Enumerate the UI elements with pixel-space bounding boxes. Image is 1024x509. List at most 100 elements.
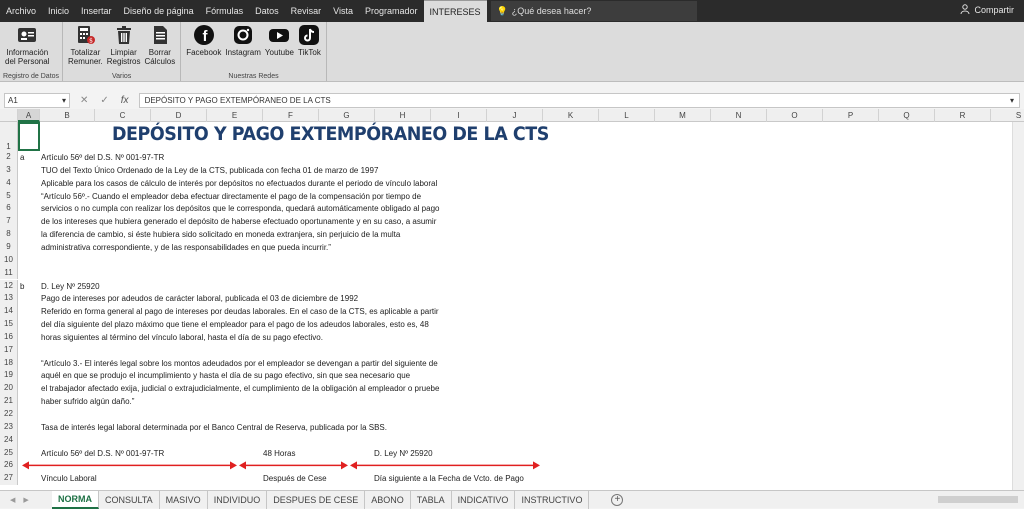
chevron-down-icon: ▾ — [1009, 95, 1014, 105]
column-header-k[interactable]: K — [543, 109, 599, 122]
column-header-b[interactable]: B — [40, 109, 95, 122]
cell-h27: Día siguiente a la Fecha de Vcto. de Pag… — [374, 474, 524, 484]
totalizar-button[interactable]: $ Totalizar Remuner. — [66, 24, 105, 66]
sheet-nav[interactable]: ◀ ▶ — [0, 496, 52, 504]
row-header-8[interactable]: 8 — [0, 228, 18, 241]
column-header-p[interactable]: P — [823, 109, 879, 122]
row-header-10[interactable]: 10 — [0, 253, 18, 267]
column-header-o[interactable]: O — [767, 109, 823, 122]
tab-programador[interactable]: Programador — [359, 0, 424, 22]
row-header-22[interactable]: 22 — [0, 408, 18, 421]
share-button[interactable]: Compartir — [960, 4, 1014, 16]
row-header-27[interactable]: 27 — [0, 472, 18, 486]
row-header-17[interactable]: 17 — [0, 343, 18, 357]
row-header-3[interactable]: 3 — [0, 163, 18, 177]
vertical-scrollbar[interactable] — [1012, 122, 1024, 490]
row-header-21[interactable]: 21 — [0, 395, 18, 408]
row-header-23[interactable]: 23 — [0, 420, 18, 434]
tab-inicio[interactable]: Inicio — [42, 0, 75, 22]
selected-cell-a1[interactable] — [18, 122, 40, 151]
tab-archivo[interactable]: Archivo — [0, 0, 42, 22]
row-header-19[interactable]: 19 — [0, 369, 18, 383]
row-header-20[interactable]: 20 — [0, 382, 18, 396]
row-header-24[interactable]: 24 — [0, 433, 18, 447]
row-header-11[interactable]: 11 — [0, 266, 18, 280]
function-icon[interactable]: fx — [121, 95, 129, 106]
prev-sheet-icon[interactable]: ◀ — [10, 496, 15, 504]
select-all-corner[interactable] — [0, 109, 18, 122]
tab-f-rmulas[interactable]: Fórmulas — [200, 0, 250, 22]
row-header-6[interactable]: 6 — [0, 202, 18, 216]
row-header-18[interactable]: 18 — [0, 356, 18, 370]
row-header-13[interactable]: 13 — [0, 292, 18, 306]
column-header-n[interactable]: N — [711, 109, 767, 122]
row-header-5[interactable]: 5 — [0, 189, 18, 203]
row-header-2[interactable]: 2 — [0, 151, 18, 164]
column-header-f[interactable]: F — [263, 109, 319, 122]
row-header-4[interactable]: 4 — [0, 176, 18, 190]
cancel-icon[interactable]: ✕ — [80, 95, 88, 106]
tiktok-icon — [298, 24, 320, 46]
youtube-button[interactable]: Youtube — [263, 24, 296, 57]
tab-dise-o-de-p-gina[interactable]: Diseño de página — [118, 0, 200, 22]
tab-vista[interactable]: Vista — [327, 0, 359, 22]
sheet-tab-individuo[interactable]: INDIVIDUO — [208, 490, 268, 509]
tell-me-box[interactable]: 💡 ¿Qué desea hacer? — [490, 1, 697, 21]
sheet-tab-despues-de-cese[interactable]: DESPUES DE CESE — [267, 490, 366, 509]
column-header-r[interactable]: R — [935, 109, 991, 122]
column-header-s[interactable]: S — [991, 109, 1024, 122]
column-header-j[interactable]: J — [487, 109, 543, 122]
cell-a2: a — [20, 153, 25, 162]
column-header-g[interactable]: G — [319, 109, 375, 122]
column-header-e[interactable]: E — [207, 109, 263, 122]
cell-b14: Referido en forma general al pago de int… — [41, 307, 439, 317]
add-sheet-button[interactable]: + — [611, 493, 624, 506]
cell-f27: Después de Cese — [263, 474, 327, 484]
sheet-tab-instructivo[interactable]: INSTRUCTIVO — [515, 490, 590, 509]
name-box[interactable]: A1 ▾ — [4, 92, 70, 108]
row-header-9[interactable]: 9 — [0, 240, 18, 254]
tab-intereses[interactable]: INTERESES — [423, 0, 487, 22]
column-header-a[interactable]: A — [18, 109, 40, 122]
row-header-7[interactable]: 7 — [0, 215, 18, 229]
tab-insertar[interactable]: Insertar — [75, 0, 118, 22]
formula-input[interactable]: DEPÓSITO Y PAGO EXTEMPÓRANEO DE LA CTS ▾ — [138, 92, 1020, 108]
tab-datos[interactable]: Datos — [249, 0, 285, 22]
check-icon[interactable]: ✓ — [100, 95, 108, 106]
sheet-tab-masivo[interactable]: MASIVO — [160, 490, 208, 509]
column-header-m[interactable]: M — [655, 109, 711, 122]
row-header-12[interactable]: 12 — [0, 279, 18, 293]
worksheet[interactable]: ABCDEFGHIJKLMNOPQRS 1 2 a Artículo 56º del … — [0, 109, 1024, 490]
cell-b23: Tasa de interés legal laboral determinad… — [41, 422, 387, 432]
row-header-14[interactable]: 14 — [0, 305, 18, 319]
column-header-d[interactable]: D — [151, 109, 207, 122]
column-header-c[interactable]: C — [95, 109, 151, 122]
sheet-tab-abono[interactable]: ABONO — [365, 490, 411, 509]
sheet-tab-consulta[interactable]: CONSULTA — [99, 490, 160, 509]
limpiar-registros-button[interactable]: Limpiar Registros — [105, 24, 143, 66]
row-header-16[interactable]: 16 — [0, 330, 18, 344]
tab-revisar[interactable]: Revisar — [285, 0, 328, 22]
row-header-26[interactable]: 26 — [0, 459, 18, 473]
horizontal-scrollbar[interactable] — [938, 496, 1018, 503]
facebook-button[interactable]: f Facebook — [184, 24, 223, 57]
row-header-1[interactable]: 1 — [0, 122, 18, 151]
cell-b6: servicios o no cumpla con realizar los d… — [41, 204, 440, 214]
sheet-tab-norma[interactable]: NORMA — [52, 490, 99, 509]
next-sheet-icon[interactable]: ▶ — [23, 496, 28, 504]
sheet-tab-tabla[interactable]: TABLA — [411, 490, 452, 509]
column-header-h[interactable]: H — [375, 109, 431, 122]
sheet-tab-indicativo[interactable]: INDICATIVO — [452, 490, 516, 509]
column-header-i[interactable]: I — [431, 109, 487, 122]
informacion-personal-button[interactable]: Información del Personal — [3, 24, 51, 66]
arrow-head-2-2 — [341, 461, 348, 470]
row-header-15[interactable]: 15 — [0, 318, 18, 331]
cell-b5: “Artículo 56º.- Cuando el empleador deba… — [41, 191, 422, 201]
borrar-calculos-button[interactable]: Borrar Cálculos — [143, 24, 178, 66]
column-header-l[interactable]: L — [599, 109, 655, 122]
tiktok-button[interactable]: TikTok — [296, 24, 323, 57]
row-header-25[interactable]: 25 — [0, 446, 18, 460]
instagram-button[interactable]: Instagram — [223, 24, 263, 57]
sheet-title: DEPÓSITO Y PAGO EXTEMPÓRANEO DE LA CTS — [112, 123, 549, 145]
column-header-q[interactable]: Q — [879, 109, 935, 122]
